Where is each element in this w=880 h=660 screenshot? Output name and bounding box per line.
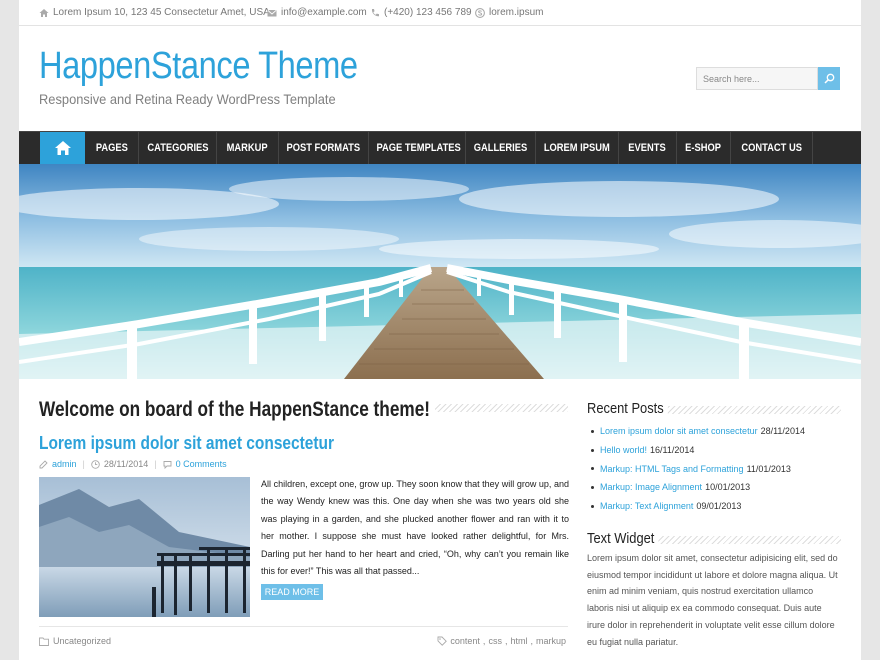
search-input[interactable] [696, 67, 818, 90]
text-widget-body: Lorem ipsum dolor sit amet, consectetur … [587, 553, 838, 647]
header-image [19, 164, 861, 379]
post-date: 28/11/2014 [103, 459, 149, 469]
phone-item: (+420) 123 456 789 [370, 7, 472, 18]
recent-post-date: 10/01/2013 [705, 482, 751, 493]
post-footer: Uncategorized content, css, html, markup [39, 626, 568, 650]
nav-item-post-formats[interactable]: POST FORMATS [279, 132, 369, 164]
recent-post-link[interactable]: Markup: HTML Tags and Formatting [600, 464, 744, 474]
email-link[interactable]: info@example.com [281, 7, 367, 18]
post-category: Uncategorized [39, 636, 111, 646]
comment-icon [163, 460, 172, 469]
heading-stripes [434, 404, 568, 412]
main-navigation: PAGES CATEGORIES MARKUP POST FORMATS PAG… [19, 131, 861, 164]
post-tags: content, css, html, markup [437, 636, 566, 646]
welcome-heading: Welcome on board of the HappenStance the… [39, 398, 435, 422]
recent-post-link[interactable]: Hello world! [600, 445, 647, 455]
home-icon [54, 141, 71, 155]
folder-icon [39, 637, 49, 646]
page-container: Lorem Ipsum 10, 123 45 Consectetur Amet,… [19, 0, 861, 660]
list-item: Markup: HTML Tags and Formatting 11/01/20… [587, 459, 841, 478]
sidebar: Recent Posts Lorem ipsum dolor sit amet … [587, 398, 841, 647]
list-item: Lorem ipsum dolor sit amet consectetur 28… [587, 422, 841, 441]
post-thumbnail-image[interactable] [39, 477, 250, 617]
site-description: Responsive and Retina Ready WordPress Te… [39, 91, 336, 107]
skype-link[interactable]: lorem.ipsum [489, 7, 543, 18]
tag-icon [437, 636, 448, 646]
recent-post-link[interactable]: Markup: Text Alignment [600, 501, 693, 511]
post-comments-link[interactable]: 0 Comments [176, 459, 227, 469]
post-title-link[interactable]: Lorem ipsum dolor sit amet consectetur [39, 433, 334, 454]
nav-item-categories[interactable]: CATEGORIES [139, 132, 217, 164]
search-icon [823, 73, 834, 84]
tag-link[interactable]: html [510, 636, 527, 646]
welcome-heading-row: Welcome on board of the HappenStance the… [39, 395, 568, 425]
read-more-button[interactable]: READ MORE [261, 584, 323, 600]
phone-text: (+420) 123 456 789 [384, 7, 472, 18]
nav-item-events[interactable]: EVENTS [619, 132, 677, 164]
top-contact-bar: Lorem Ipsum 10, 123 45 Consectetur Amet,… [19, 0, 861, 26]
nav-home-button[interactable] [40, 132, 85, 164]
phone-icon [371, 8, 379, 16]
skype-icon [475, 7, 485, 18]
nav-item-markup[interactable]: MARKUP [217, 132, 279, 164]
tag-link[interactable]: css [488, 636, 502, 646]
tag-link[interactable]: markup [536, 636, 566, 646]
recent-post-date: 09/01/2013 [696, 501, 742, 512]
pier-seascape-image [19, 164, 861, 379]
home-icon [39, 8, 49, 17]
email-item[interactable]: info@example.com [267, 7, 367, 18]
list-item: Hello world! 16/11/2014 [587, 441, 841, 460]
skype-item[interactable]: lorem.ipsum [475, 7, 543, 18]
address-item: Lorem Ipsum 10, 123 45 Consectetur Amet,… [39, 7, 270, 18]
post-excerpt: All children, except one, grow up. They … [261, 479, 569, 577]
post-author-link[interactable]: admin [52, 459, 77, 469]
nav-item-contact-us[interactable]: CONTACT US [731, 132, 813, 164]
site-header: HappenStance Theme Responsive and Retina… [19, 27, 861, 131]
recent-post-link[interactable]: Markup: Image Alignment [600, 482, 702, 492]
address-text: Lorem Ipsum 10, 123 45 Consectetur Amet,… [53, 7, 270, 18]
search-form [696, 67, 840, 90]
nav-item-pages[interactable]: PAGES [85, 132, 139, 164]
text-widget: Text Widget Lorem ipsum dolor sit amet, … [587, 528, 841, 647]
search-button[interactable] [818, 67, 840, 90]
heading-stripes [663, 406, 841, 414]
heading-stripes [657, 536, 841, 544]
category-link[interactable]: Uncategorized [53, 636, 111, 646]
recent-post-link[interactable]: Lorem ipsum dolor sit amet consectetur [600, 426, 758, 436]
lake-jetty-image [39, 477, 250, 617]
recent-post-date: 11/01/2013 [746, 463, 791, 474]
tag-link[interactable]: content [450, 636, 480, 646]
nav-item-lorem-ipsum[interactable]: LOREM IPSUM [536, 132, 619, 164]
author-icon [39, 459, 48, 468]
site-title[interactable]: HappenStance Theme [39, 45, 358, 88]
recent-posts-list: Lorem ipsum dolor sit amet consectetur 28… [587, 422, 841, 515]
recent-posts-widget-title: Recent Posts [587, 398, 841, 418]
recent-posts-heading: Recent Posts [587, 400, 669, 417]
clock-icon [91, 459, 100, 469]
text-widget-heading: Text Widget [587, 530, 659, 547]
nav-item-page-templates[interactable]: PAGE TEMPLATES [369, 132, 466, 164]
nav-item-galleries[interactable]: GALLERIES [466, 132, 536, 164]
envelope-icon [267, 9, 277, 16]
nav-item-eshop[interactable]: E-SHOP [677, 132, 731, 164]
text-widget-title: Text Widget [587, 528, 841, 548]
recent-post-date: 16/11/2014 [650, 445, 695, 456]
recent-post-date: 28/11/2014 [760, 426, 805, 437]
list-item: Markup: Image Alignment 10/01/2013 [587, 478, 841, 497]
list-item: Markup: Text Alignment 09/01/2013 [587, 497, 841, 516]
post-meta: admin | 28/11/2014 | 0 Comments [39, 459, 227, 469]
